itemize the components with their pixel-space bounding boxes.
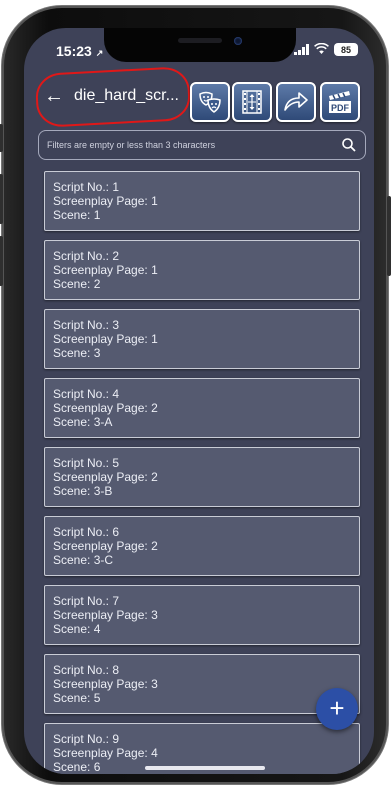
script-number: Script No.: 6	[53, 525, 120, 539]
script-number: Script No.: 7	[53, 594, 120, 608]
scene-number: Scene: 3-A	[53, 415, 113, 429]
screenplay-page: Screenplay Page: 2	[53, 401, 158, 415]
add-scene-button[interactable]: +	[316, 688, 358, 730]
screenplay-page: Screenplay Page: 1	[53, 194, 158, 208]
app-screen: 15:23 ↗ 85 ← die_hard_scr... PDF Filters…	[24, 28, 374, 774]
plus-icon: +	[329, 693, 345, 723]
phone-frame: 15:23 ↗ 85 ← die_hard_scr... PDF Filters…	[0, 6, 391, 784]
pdf-clapper-icon: PDF	[329, 91, 351, 113]
screenplay-page: Screenplay Page: 4	[53, 746, 158, 760]
scene-number: Scene: 3-B	[53, 484, 113, 498]
screenplay-page: Screenplay Page: 1	[53, 332, 158, 346]
scene-list-item[interactable]: Script No.: 8 Screenplay Page: 3 Scene: …	[44, 654, 360, 714]
scene-list-item[interactable]: Script No.: 7 Screenplay Page: 3 Scene: …	[44, 585, 360, 645]
status-time: 15:23 ↗	[56, 43, 103, 59]
scene-list-item[interactable]: Script No.: 1 Screenplay Page: 1 Scene: …	[44, 171, 360, 231]
share-button[interactable]	[276, 82, 316, 122]
app-bar: ← die_hard_scr... PDF	[24, 66, 374, 128]
notch	[104, 28, 296, 62]
battery-icon: 85	[334, 43, 358, 56]
search-input[interactable]	[47, 137, 327, 153]
screenplay-page: Screenplay Page: 2	[53, 470, 158, 484]
wifi-icon	[314, 42, 329, 57]
script-number: Script No.: 9	[53, 732, 120, 746]
status-icons: 85	[294, 42, 358, 57]
screenplay-page: Screenplay Page: 3	[53, 608, 158, 622]
svg-text:PDF: PDF	[331, 103, 350, 113]
screenplay-page: Screenplay Page: 1	[53, 263, 158, 277]
scene-list-item[interactable]: Script No.: 5 Screenplay Page: 2 Scene: …	[44, 447, 360, 507]
search-icon[interactable]	[341, 137, 357, 153]
scene-number: Scene: 4	[53, 622, 101, 636]
scene-list-item[interactable]: Script No.: 3 Screenplay Page: 1 Scene: …	[44, 309, 360, 369]
volume-down-button	[0, 236, 3, 286]
earpiece-speaker	[178, 38, 222, 43]
status-time-text: 15:23	[56, 43, 92, 59]
scene-number: Scene: 3-C	[53, 553, 114, 567]
home-indicator[interactable]	[145, 766, 265, 770]
search-filter-bar[interactable]	[38, 130, 366, 160]
script-number: Script No.: 5	[53, 456, 120, 470]
scene-list-item[interactable]: Script No.: 2 Screenplay Page: 1 Scene: …	[44, 240, 360, 300]
theater-masks-icon	[199, 91, 221, 113]
scene-list-item[interactable]: Script No.: 4 Screenplay Page: 2 Scene: …	[44, 378, 360, 438]
filmstrip-icon	[242, 90, 262, 114]
characters-button[interactable]	[190, 82, 230, 122]
scene-list-item[interactable]: Script No.: 6 Screenplay Page: 2 Scene: …	[44, 516, 360, 576]
script-number: Script No.: 1	[53, 180, 120, 194]
power-button	[387, 196, 391, 276]
location-arrow-icon: ↗	[95, 48, 104, 58]
front-camera	[234, 37, 242, 45]
screenplay-page: Screenplay Page: 3	[53, 677, 158, 691]
silent-switch	[0, 124, 3, 152]
pdf-button[interactable]: PDF	[320, 82, 360, 122]
volume-up-button	[0, 174, 3, 224]
scene-number: Scene: 3	[53, 346, 101, 360]
script-number: Script No.: 2	[53, 249, 120, 263]
scene-number: Scene: 2	[53, 277, 101, 291]
filmstrip-button[interactable]	[232, 82, 272, 122]
cellular-signal-icon	[294, 44, 309, 55]
scene-number: Scene: 5	[53, 691, 101, 705]
script-number: Script No.: 3	[53, 318, 120, 332]
screenplay-page: Screenplay Page: 2	[53, 539, 158, 553]
title-annotation-circle	[34, 66, 192, 128]
script-number: Script No.: 8	[53, 663, 120, 677]
share-arrow-icon	[284, 92, 308, 111]
script-number: Script No.: 4	[53, 387, 120, 401]
scene-number: Scene: 1	[53, 208, 101, 222]
